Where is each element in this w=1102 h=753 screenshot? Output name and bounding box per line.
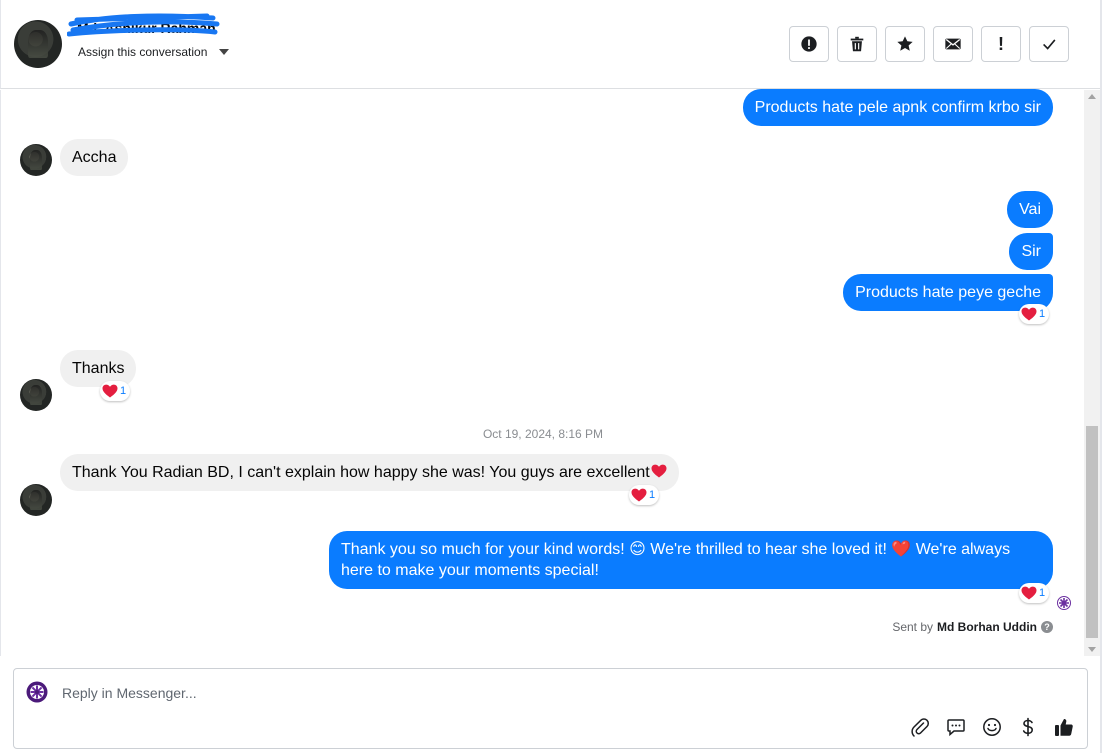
heart-icon	[631, 488, 647, 502]
thread-scrollbar[interactable]	[1084, 90, 1100, 656]
outgoing-message[interactable]: Products hate pele apnk confirm krbo sir	[742, 89, 1053, 126]
saved-replies-button[interactable]	[945, 716, 967, 738]
contact-avatar[interactable]	[20, 144, 52, 176]
assign-conversation-dropdown[interactable]: Assign this conversation	[78, 45, 230, 59]
help-icon[interactable]: ?	[1041, 621, 1053, 633]
envelope-icon	[945, 38, 961, 50]
thumbs-up-icon	[1055, 719, 1073, 736]
contact-avatar[interactable]	[20, 484, 52, 516]
heart-icon	[651, 464, 667, 478]
smiley-icon	[983, 718, 1001, 736]
heart-icon	[1021, 586, 1037, 600]
reaction-badge[interactable]: 1	[1019, 583, 1050, 603]
composer-tools	[909, 716, 1075, 738]
emoji-button[interactable]	[981, 716, 1003, 738]
star-button[interactable]	[885, 26, 925, 62]
conversation-header: Md. Ashikur Rahman Assign this conversat…	[0, 0, 1102, 89]
sent-by-info: Sent by Md Borhan Uddin ?	[892, 620, 1053, 634]
heart-icon	[102, 384, 118, 398]
seen-avatar-icon	[1057, 596, 1071, 610]
exclamation-icon: !	[998, 33, 1004, 54]
reaction-count: 1	[1039, 308, 1046, 320]
outgoing-message[interactable]: Thank you so much for your kind words! 😊…	[329, 531, 1053, 589]
sender-name: Md Borhan Uddin	[937, 620, 1037, 634]
paperclip-icon	[911, 718, 930, 737]
heart-icon	[1021, 307, 1037, 321]
reaction-count: 1	[649, 489, 656, 501]
like-button[interactable]	[1053, 716, 1075, 738]
assign-label: Assign this conversation	[78, 45, 208, 59]
dollar-icon	[1022, 717, 1034, 737]
incoming-message[interactable]: Thank You Radian BD, I can't explain how…	[60, 454, 679, 491]
reply-input[interactable]	[62, 681, 862, 705]
conversation-actions: !	[789, 26, 1069, 62]
mark-done-button[interactable]	[1029, 26, 1069, 62]
outgoing-message[interactable]: Sir	[1009, 233, 1053, 270]
outgoing-message[interactable]: Vai	[1007, 191, 1053, 228]
payment-button[interactable]	[1017, 716, 1039, 738]
follow-up-button[interactable]: !	[981, 26, 1021, 62]
reply-composer	[13, 668, 1088, 749]
message-thread[interactable]: Products hate pele apnk confirm krbo sir…	[0, 89, 1084, 656]
contact-avatar[interactable]	[20, 379, 52, 411]
message-text: Thank You Radian BD, I can't explain how…	[72, 464, 650, 481]
chat-bubble-icon	[947, 719, 965, 737]
message-timestamp: Oct 19, 2024, 8:16 PM	[482, 427, 604, 441]
page-logo-icon	[26, 681, 48, 703]
redaction-scribble	[67, 13, 220, 37]
incoming-message[interactable]: Accha	[60, 139, 129, 176]
reaction-badge[interactable]: 1	[100, 381, 131, 401]
check-icon	[1043, 39, 1056, 50]
star-icon	[897, 36, 913, 51]
caret-down-icon	[219, 49, 230, 55]
reaction-badge[interactable]: 1	[1019, 304, 1050, 324]
delete-button[interactable]	[837, 26, 877, 62]
scroll-thumb[interactable]	[1086, 426, 1098, 638]
reaction-count: 1	[120, 385, 127, 397]
alert-circle-icon	[801, 36, 817, 52]
sent-by-prefix: Sent by	[892, 620, 934, 634]
scroll-down-arrow-icon[interactable]	[1088, 647, 1096, 652]
scroll-up-arrow-icon[interactable]	[1088, 94, 1096, 99]
report-spam-button[interactable]	[789, 26, 829, 62]
attach-button[interactable]	[909, 716, 931, 738]
reaction-count: 1	[1039, 587, 1046, 599]
trash-icon	[850, 36, 864, 52]
message-line: Thank you so much for your kind words! 😊…	[341, 541, 1011, 558]
reaction-badge[interactable]: 1	[629, 485, 660, 505]
mark-unread-button[interactable]	[933, 26, 973, 62]
contact-avatar[interactable]	[14, 20, 62, 68]
message-line: here to make your moments special!	[341, 562, 599, 579]
